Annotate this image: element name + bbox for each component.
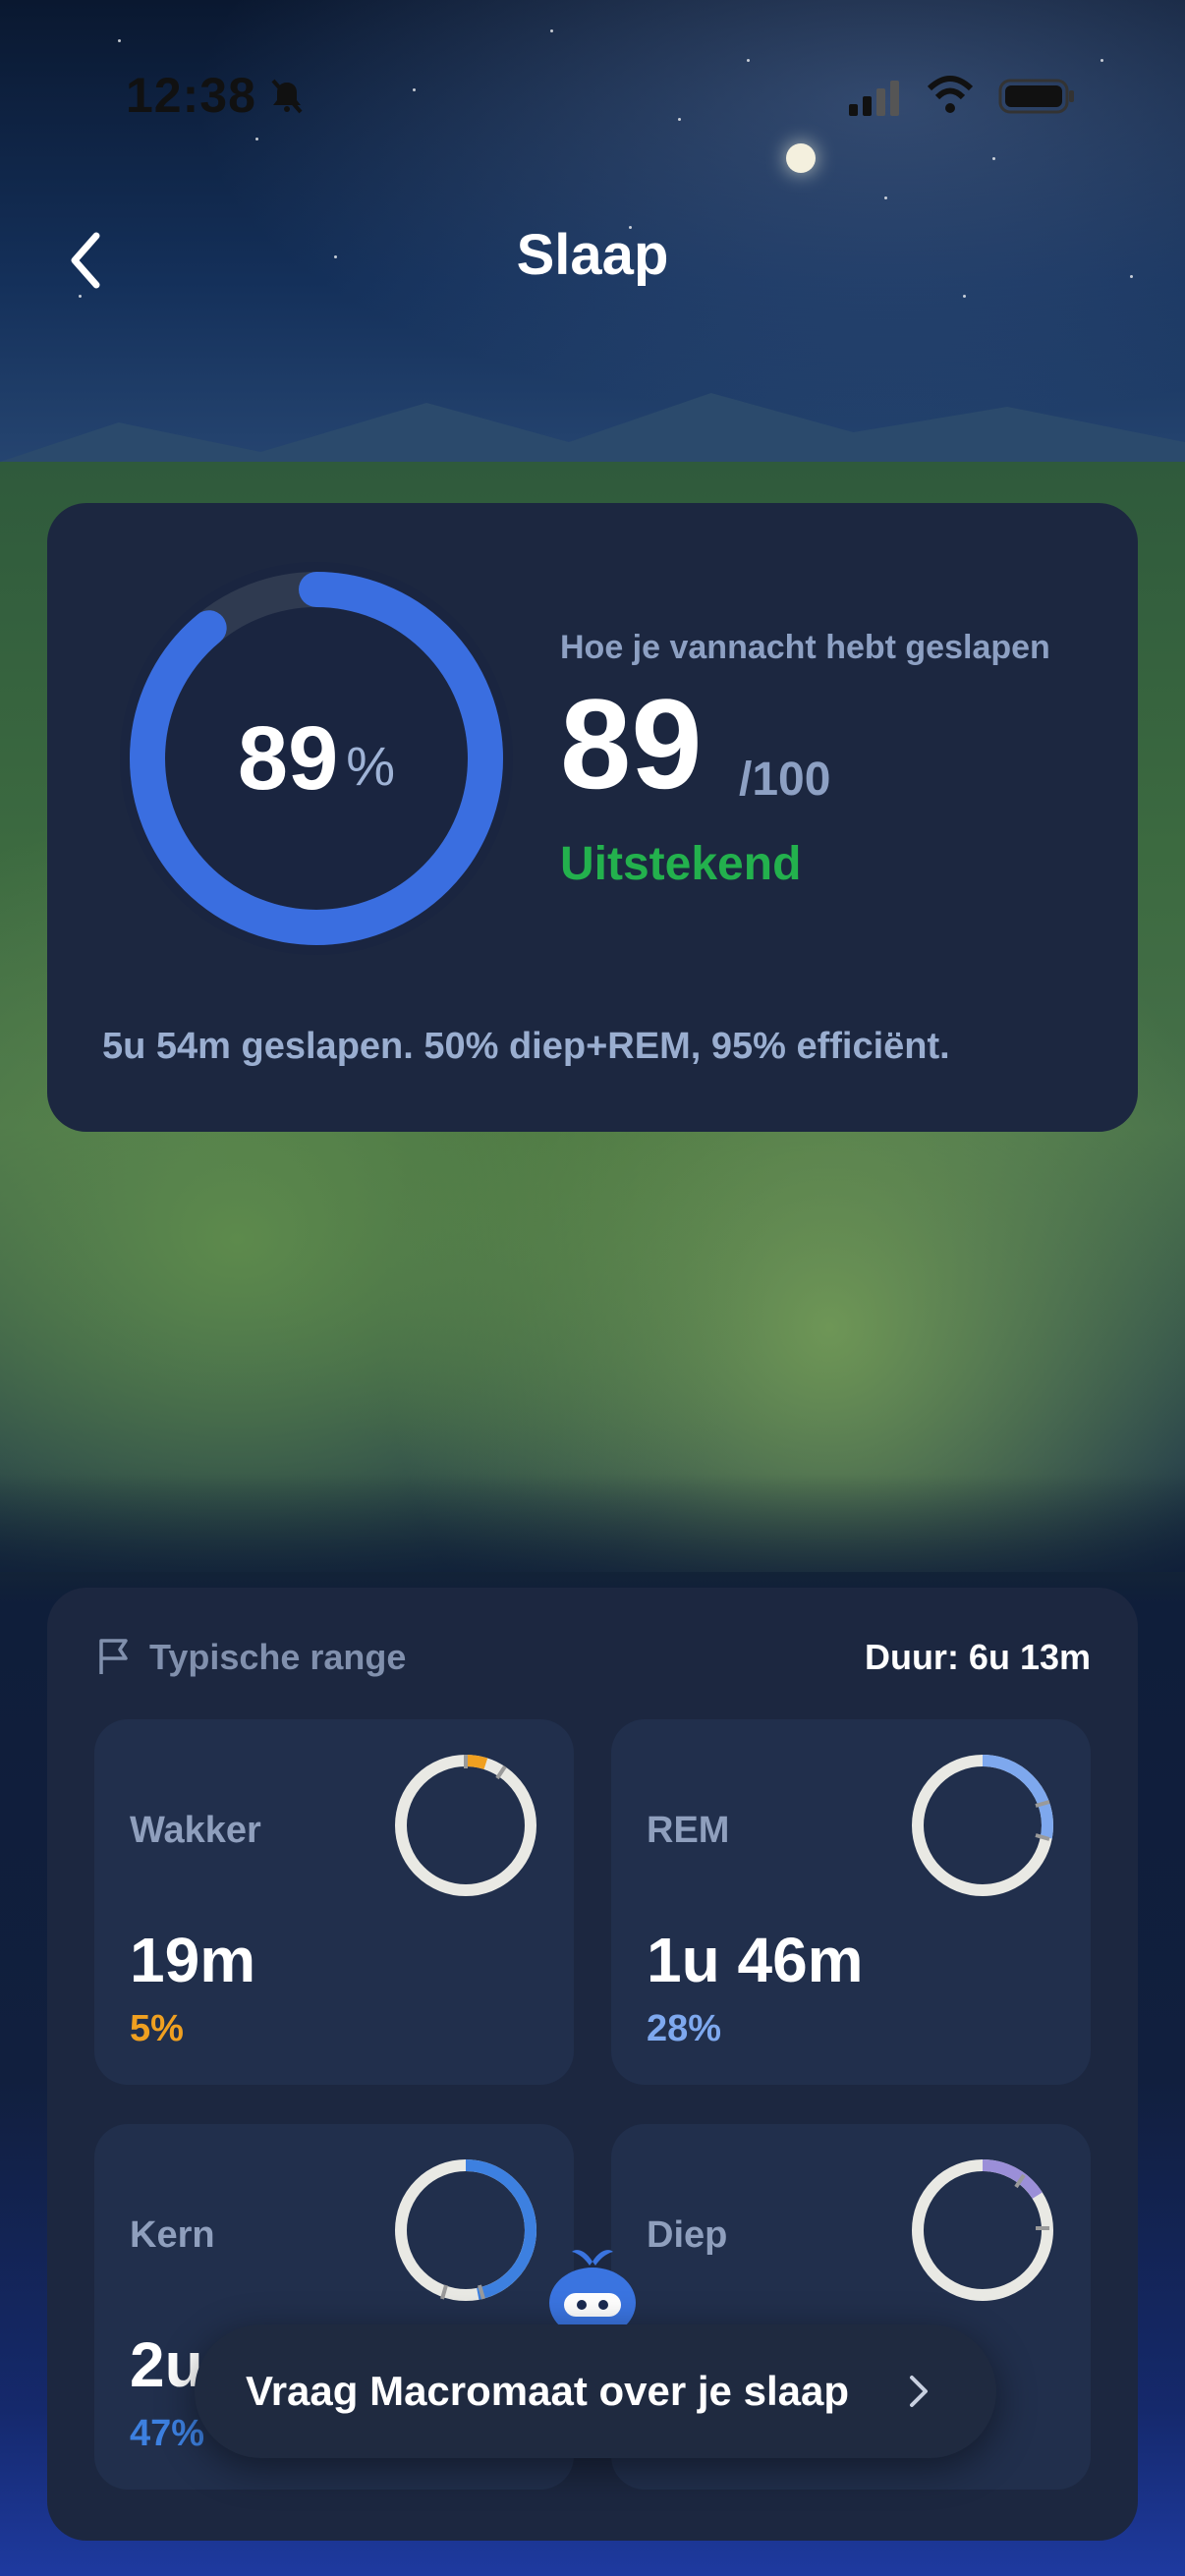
status-time: 12:38 <box>126 68 256 123</box>
total-duration: Duur: 6u 13m <box>864 1637 1091 1677</box>
chevron-right-icon <box>910 2376 928 2407</box>
stage-ring <box>912 2159 1053 2301</box>
stage-percent: 47% <box>130 2413 205 2454</box>
score-label: Hoe je vannacht hebt geslapen <box>560 629 1050 666</box>
score-ring-number: 89 <box>237 707 339 809</box>
ask-macromaat-button[interactable]: Vraag Macromaat over je slaap <box>195 2324 996 2458</box>
stage-tile-rem[interactable]: REM 1u 46m 28% <box>611 1719 1091 2085</box>
flag-icon <box>99 1639 128 1674</box>
stage-ring <box>395 2159 536 2301</box>
score-rating: Uitstekend <box>560 838 802 890</box>
stage-duration: 2u <box>130 2329 203 2400</box>
status-bar: 12:38 <box>0 0 1185 196</box>
ask-button-label: Vraag Macromaat over je slaap <box>246 2368 849 2414</box>
wifi-icon <box>927 76 974 113</box>
mascot-icon <box>549 2250 636 2334</box>
score-value: 89 <box>560 672 703 815</box>
typical-range-label: Typische range <box>149 1637 407 1677</box>
signal-icon <box>849 81 899 116</box>
sleep-score-card: 89 % Hoe je vannacht hebt geslapen 89 /1… <box>47 503 1138 1132</box>
battery-icon <box>998 79 1074 114</box>
stage-name: REM <box>647 1810 730 1851</box>
stage-duration: 19m <box>130 1925 256 1995</box>
score-max: /100 <box>739 754 831 806</box>
stage-name: Kern <box>130 2214 215 2256</box>
stage-percent: 5% <box>130 2008 184 2049</box>
score-summary: 5u 54m geslapen. 50% diep+REM, 95% effic… <box>102 1026 950 1067</box>
stage-tile-awake[interactable]: Wakker 19m 5% <box>94 1719 574 2085</box>
stage-ring <box>395 1755 536 1896</box>
stage-name: Diep <box>647 2214 728 2256</box>
stage-ring <box>912 1755 1053 1896</box>
score-ring-unit: % <box>346 734 396 797</box>
bell-muted-icon <box>271 79 303 114</box>
score-ring-value: 89 % <box>110 552 523 965</box>
page-title: Slaap <box>516 223 669 287</box>
stage-percent: 28% <box>647 2008 722 2049</box>
stage-name: Wakker <box>130 1810 261 1851</box>
stage-duration: 1u 46m <box>647 1925 864 1995</box>
